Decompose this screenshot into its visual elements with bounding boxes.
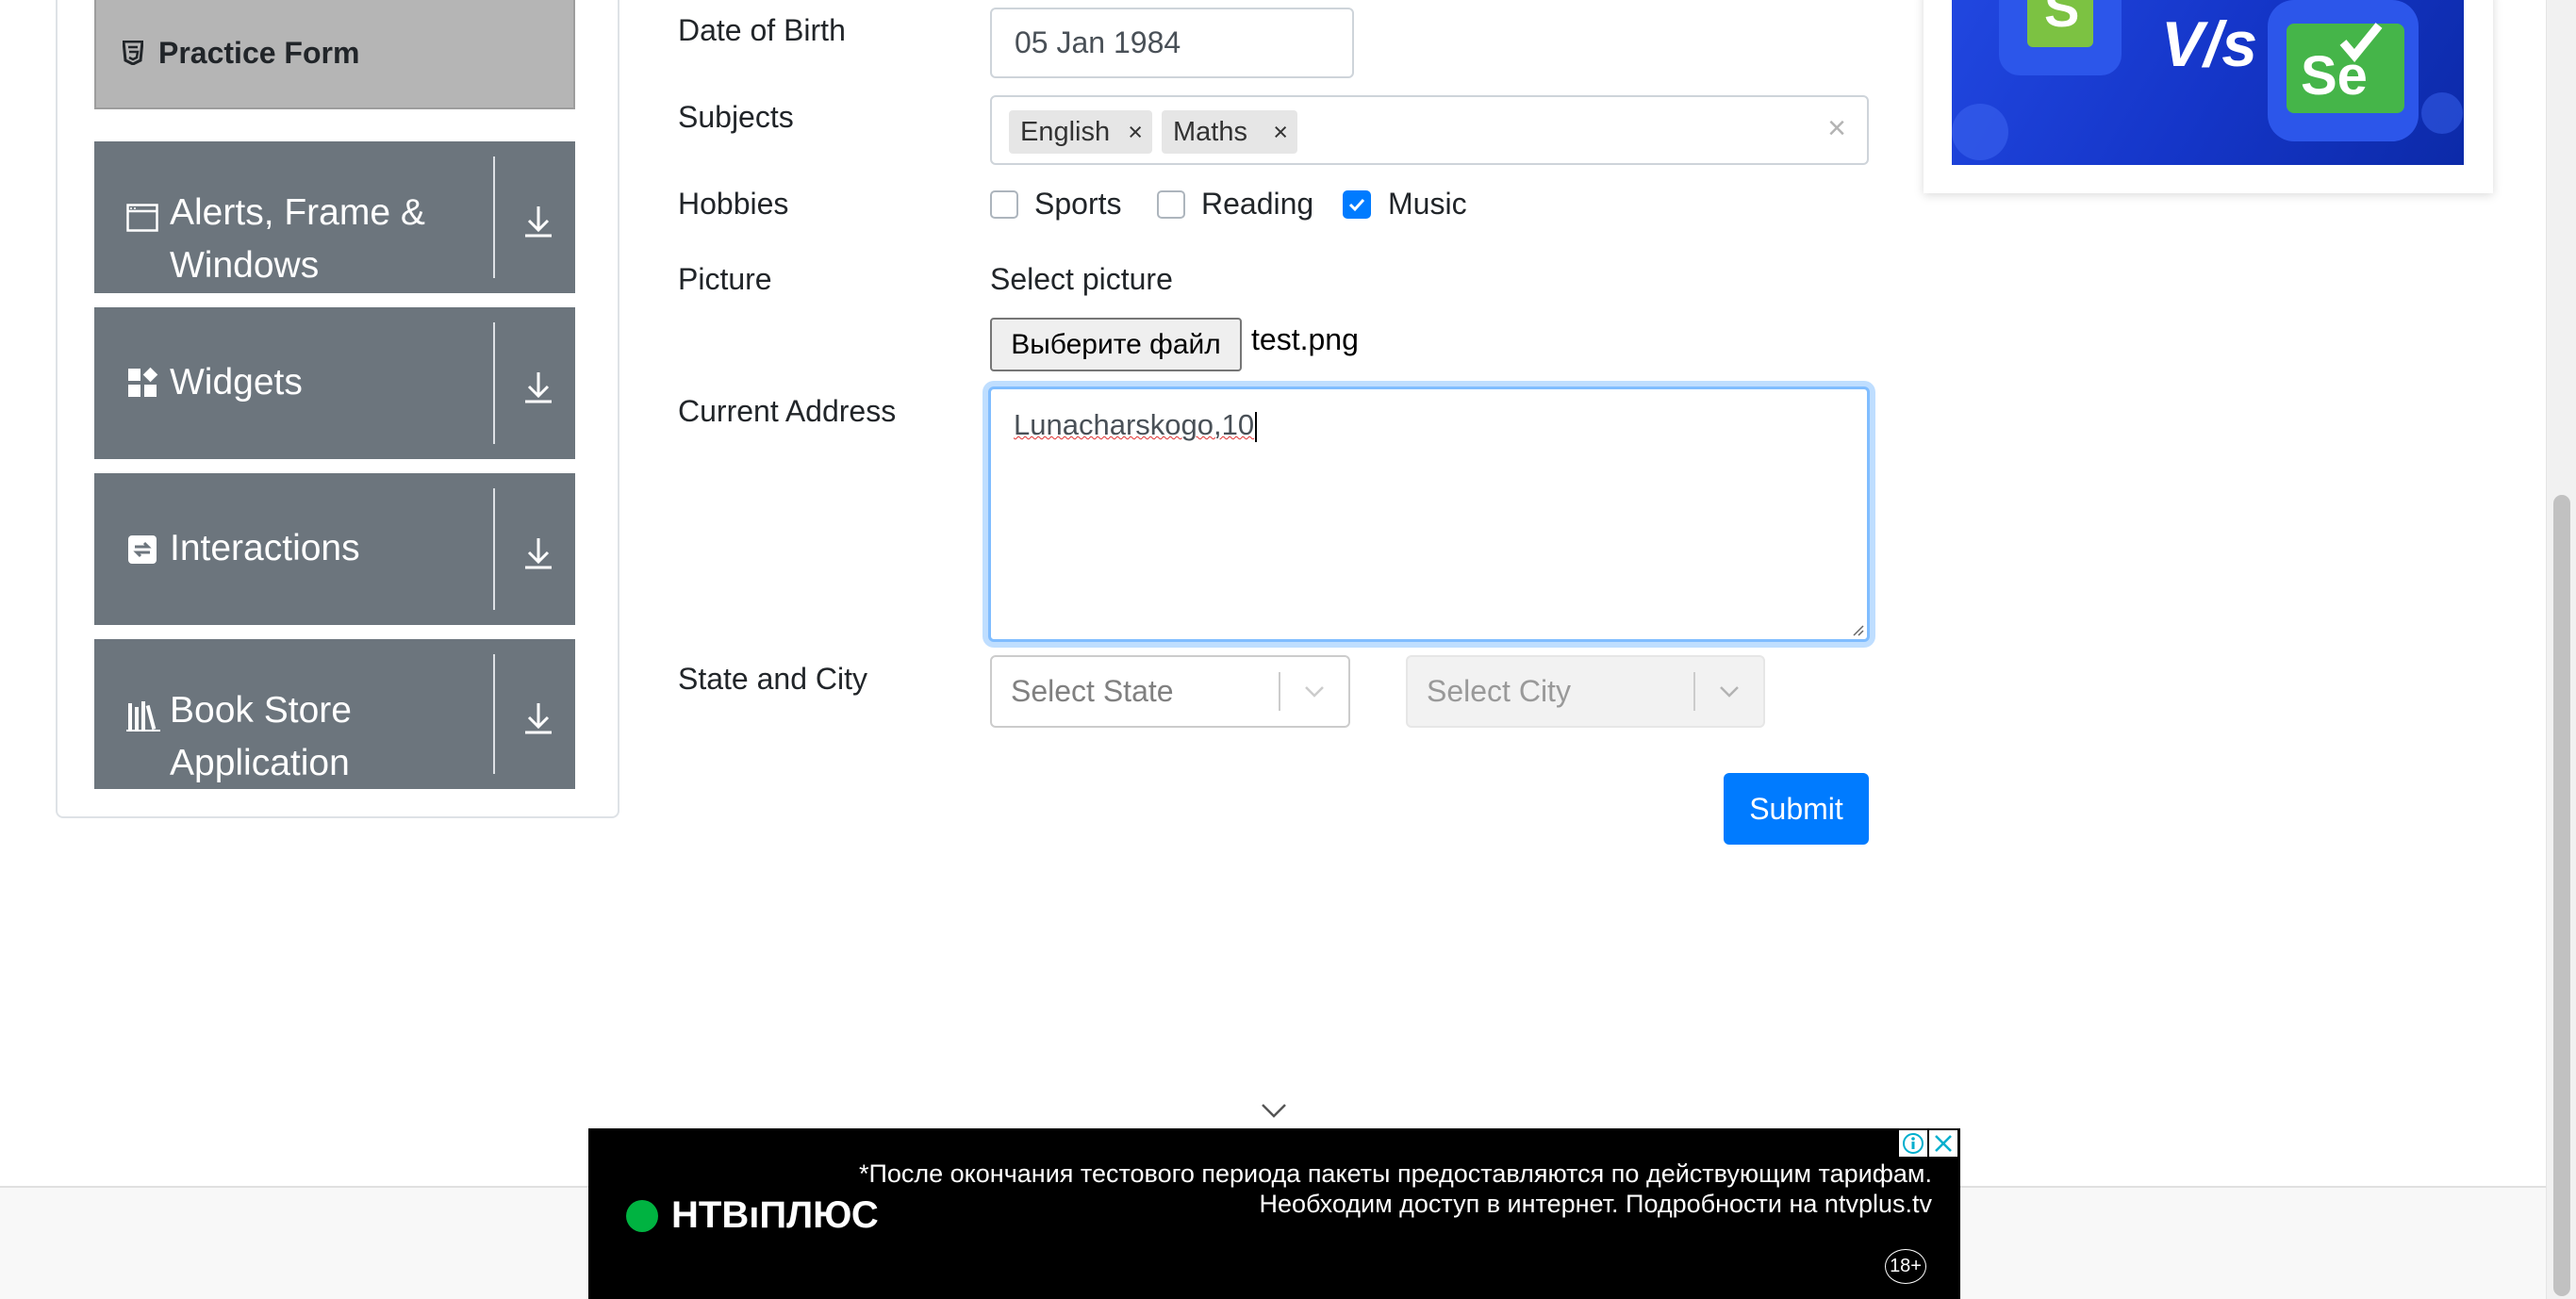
scrollbar-thumb[interactable] (2553, 495, 2570, 1296)
address-label: Current Address (678, 394, 897, 428)
banner-card[interactable]: S V/s Se (1924, 0, 2493, 193)
ad-banner[interactable]: НТВıПЛЮС *После окончания тестового пери… (588, 1128, 1960, 1299)
books-icon (126, 699, 160, 732)
address-text: Lunacharskogo,10 (1014, 408, 1255, 441)
subjects-label: Subjects (678, 100, 794, 134)
select-picture-label: Select picture (990, 262, 1173, 296)
banner-s-letter: S (2044, 0, 2079, 38)
sidebar-group-book-store[interactable]: Book Store Application (94, 639, 575, 789)
chevron-down-icon[interactable] (1260, 1099, 1288, 1122)
state-select[interactable]: Select State (990, 655, 1350, 728)
hobbies-label: Hobbies (678, 187, 789, 221)
info-icon[interactable] (1899, 1130, 1927, 1157)
selenium-vs-banner-icon: S V/s Se (1952, 0, 2463, 160)
hobby-sports-label[interactable]: Sports (1034, 187, 1121, 222)
clear-subjects-icon[interactable]: × (1827, 110, 1846, 147)
sidebar-group-label: Interactions (170, 528, 360, 568)
download-icon[interactable] (522, 536, 554, 574)
dob-label: Date of Birth (678, 13, 846, 47)
subjects-input[interactable]: English × Maths × × (990, 95, 1869, 165)
text-caret (1255, 411, 1258, 442)
city-placeholder: Select City (1427, 674, 1571, 708)
download-icon[interactable] (522, 205, 554, 242)
banner-image[interactable]: S V/s Se (1952, 0, 2464, 165)
ad-age-rating: 18+ (1885, 1249, 1926, 1284)
subject-chip-label: English (1020, 117, 1111, 147)
check-icon (1348, 198, 1365, 212)
sidebar-group-label: Alerts, Frame & Windows (170, 192, 425, 286)
choose-file-button[interactable]: Выберите файл (990, 318, 1242, 371)
chip-remove-icon[interactable]: × (1128, 110, 1143, 154)
widgets-icon (126, 367, 158, 399)
sidebar-group-label: Widgets (170, 362, 303, 403)
picture-label: Picture (678, 262, 772, 296)
ad-logo-text: НТВıПЛЮС (671, 1194, 879, 1236)
sidebar-group-label: Book Store Application (170, 690, 352, 783)
download-icon[interactable] (522, 370, 554, 408)
divider (493, 322, 495, 444)
hobby-reading-checkbox[interactable] (1157, 190, 1185, 219)
html5-icon (123, 41, 143, 65)
banner-vs-text: V/s (2161, 8, 2257, 80)
chevron-down-icon (1720, 686, 1739, 698)
city-select[interactable]: Select City (1406, 655, 1765, 728)
ad-logo-dot-icon (626, 1199, 658, 1232)
sidebar-item-practice-form[interactable]: Practice Form (94, 0, 575, 109)
subject-chip: English × (1009, 110, 1152, 154)
sidebar-item-label: Practice Form (158, 35, 360, 70)
divider (1279, 672, 1280, 711)
current-address-textarea[interactable]: Lunacharskogo,10 (988, 386, 1870, 642)
hobby-music-label[interactable]: Music (1388, 187, 1467, 222)
chevron-down-icon (1305, 686, 1324, 698)
dob-input[interactable]: 05 Jan 1984 (990, 8, 1354, 78)
ad-logo: НТВıПЛЮС (626, 1194, 879, 1237)
hobby-reading-label[interactable]: Reading (1201, 187, 1313, 222)
sidebar-group-interactions[interactable]: Interactions (94, 473, 575, 625)
ad-text: *После окончания тестового периода пакет… (859, 1159, 1932, 1219)
hobby-sports-checkbox[interactable] (990, 190, 1018, 219)
sidebar-group-alerts[interactable]: Alerts, Frame & Windows (94, 141, 575, 293)
divider (1693, 672, 1695, 711)
chip-remove-icon[interactable]: × (1273, 110, 1288, 154)
divider (493, 654, 495, 774)
resize-handle-icon[interactable] (1849, 621, 1864, 636)
interactions-icon (126, 534, 158, 566)
hobby-music-checkbox[interactable] (1343, 190, 1371, 219)
download-icon[interactable] (522, 701, 554, 739)
state-placeholder: Select State (1011, 674, 1174, 708)
divider (493, 156, 495, 278)
state-city-label: State and City (678, 662, 867, 696)
divider (493, 488, 495, 610)
file-name: test.png (1251, 322, 1359, 356)
subject-chip-label: Maths (1173, 117, 1247, 147)
window-icon (126, 200, 158, 232)
sidebar-group-widgets[interactable]: Widgets (94, 307, 575, 459)
ad-text-line: *После окончания тестового периода пакет… (858, 1159, 1932, 1188)
ad-text-line: Необходим доступ в интернет. Подробности… (1259, 1190, 1932, 1218)
subject-chip: Maths × (1162, 110, 1297, 154)
submit-button[interactable]: Submit (1724, 773, 1869, 845)
close-icon[interactable] (1929, 1130, 1957, 1157)
